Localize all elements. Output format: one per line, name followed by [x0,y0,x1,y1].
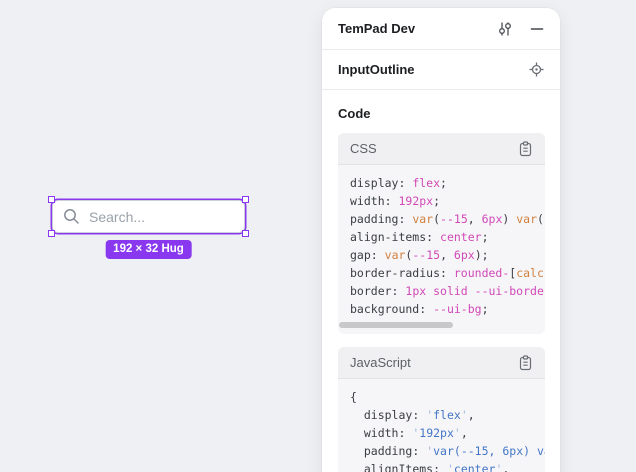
panel-title: TemPad Dev [338,21,415,36]
selected-search-input-group[interactable]: Search... 192 × 32 Hug [52,200,245,233]
minimize-icon[interactable] [530,22,544,36]
css-code-block: CSS display: flex;width: 192px;padding: … [338,133,545,334]
javascript-block-header: JavaScript [338,347,545,379]
selection-handle-top-right[interactable] [242,196,249,203]
code-line: { [350,388,545,406]
component-row: InputOutline [322,50,560,90]
css-horizontal-scrollbar [338,318,545,334]
code-line: padding: var(--15, 6px) var(-- [350,210,545,228]
code-line: border-radius: rounded-[calc(v [350,264,545,282]
sliders-icon[interactable] [497,21,513,37]
css-block-header: CSS [338,133,545,165]
code-line: alignItems: 'center', [350,460,545,472]
code-line: width: 192px; [350,192,545,210]
code-line: padding: 'var(--15, 6px) var [350,442,545,460]
code-line: display: flex; [350,174,545,192]
figma-canvas: Search... 192 × 32 Hug TemPad Dev [0,0,636,472]
code-line: align-items: center; [350,228,545,246]
javascript-code-block: JavaScript { display: 'flex', width: '19… [338,347,545,472]
code-line: display: 'flex', [350,406,545,424]
selection-size-badge: 192 × 32 Hug [105,240,192,259]
target-icon[interactable] [529,62,544,77]
tempad-dev-panel: TemPad Dev InputOutline [322,8,560,472]
search-input[interactable]: Search... [52,200,245,233]
javascript-block-label: JavaScript [350,355,411,370]
selection-handle-bottom-left[interactable] [48,230,55,237]
code-line: border: 1px solid --ui-border- [350,282,545,300]
panel-header: TemPad Dev [322,8,560,50]
code-section: Code CSS display: flex;width: 192px;padd… [322,90,560,472]
scrollbar-thumb[interactable] [339,322,453,328]
selection-handle-bottom-right[interactable] [242,230,249,237]
code-section-title: Code [338,106,545,121]
search-placeholder: Search... [89,209,145,225]
clipboard-icon[interactable] [518,355,533,371]
css-block-label: CSS [350,141,377,156]
component-name: InputOutline [338,62,415,77]
javascript-code-body: { display: 'flex', width: '192px', paddi… [338,379,545,472]
selection-handle-top-left[interactable] [48,196,55,203]
code-line: width: '192px', [350,424,545,442]
clipboard-icon[interactable] [518,141,533,157]
code-line: background: --ui-bg; [350,300,545,318]
css-code-body: display: flex;width: 192px;padding: var(… [338,165,545,318]
code-line: gap: var(--15, 6px); [350,246,545,264]
magnifier-icon [63,208,80,225]
